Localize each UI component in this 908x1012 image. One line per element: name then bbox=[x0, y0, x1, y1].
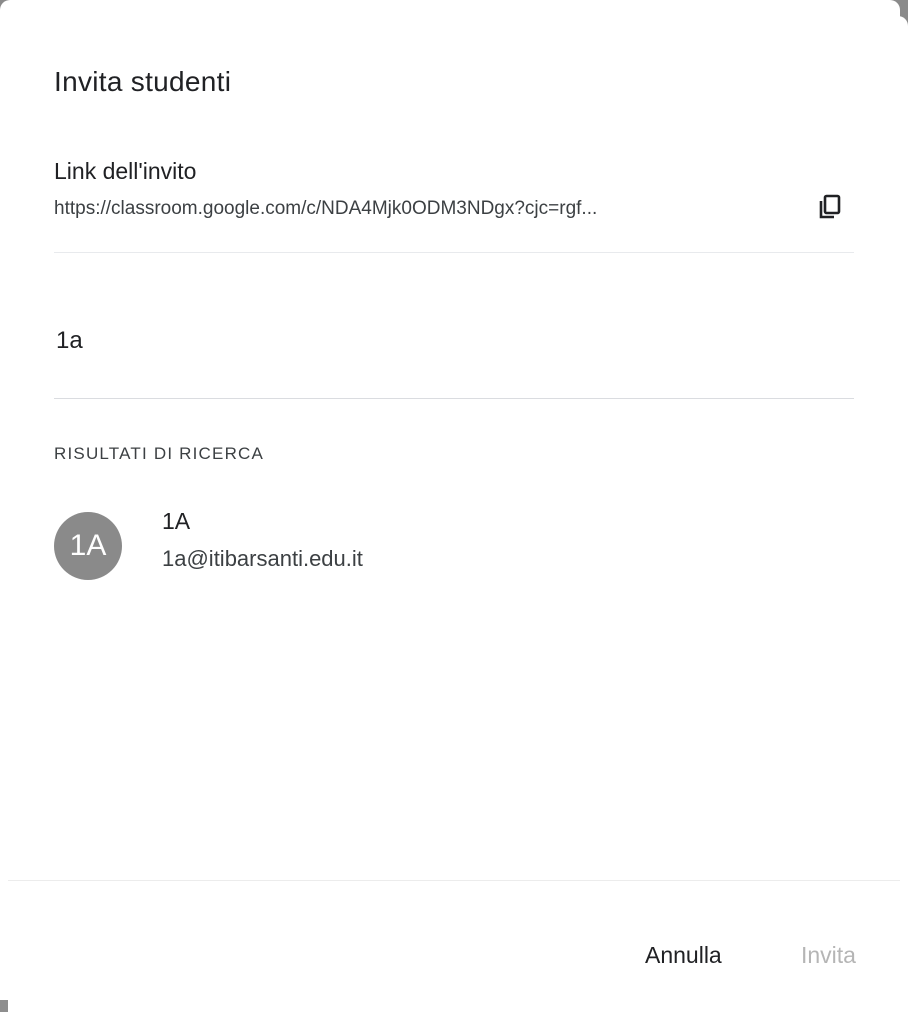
result-email: 1a@itibarsanti.edu.it bbox=[162, 546, 363, 571]
search-input[interactable] bbox=[54, 326, 848, 356]
cancel-button[interactable]: Annulla bbox=[645, 942, 722, 969]
footer-divider bbox=[8, 880, 900, 881]
invite-button[interactable]: Invita bbox=[801, 942, 856, 969]
invite-link-heading: Link dell'invito bbox=[54, 158, 197, 184]
invite-students-dialog: Invita studenti Link dell'invito https:/… bbox=[0, 0, 908, 1012]
search-results-heading: RISULTATI DI RICERCA bbox=[54, 444, 265, 463]
copy-link-button[interactable] bbox=[810, 190, 850, 230]
avatar: 1A bbox=[54, 512, 122, 580]
search-result-item[interactable]: 1A 1A 1a@itibarsanti.edu.it bbox=[44, 500, 844, 590]
dialog-panel: Invita studenti Link dell'invito https:/… bbox=[8, 16, 908, 1012]
divider bbox=[54, 252, 854, 253]
dialog-title: Invita studenti bbox=[54, 66, 232, 97]
invite-link-url[interactable]: https://classroom.google.com/c/NDA4Mjk0O… bbox=[54, 198, 789, 220]
result-name: 1A bbox=[162, 508, 191, 534]
search-underline bbox=[54, 398, 854, 399]
copy-icon bbox=[817, 194, 843, 227]
